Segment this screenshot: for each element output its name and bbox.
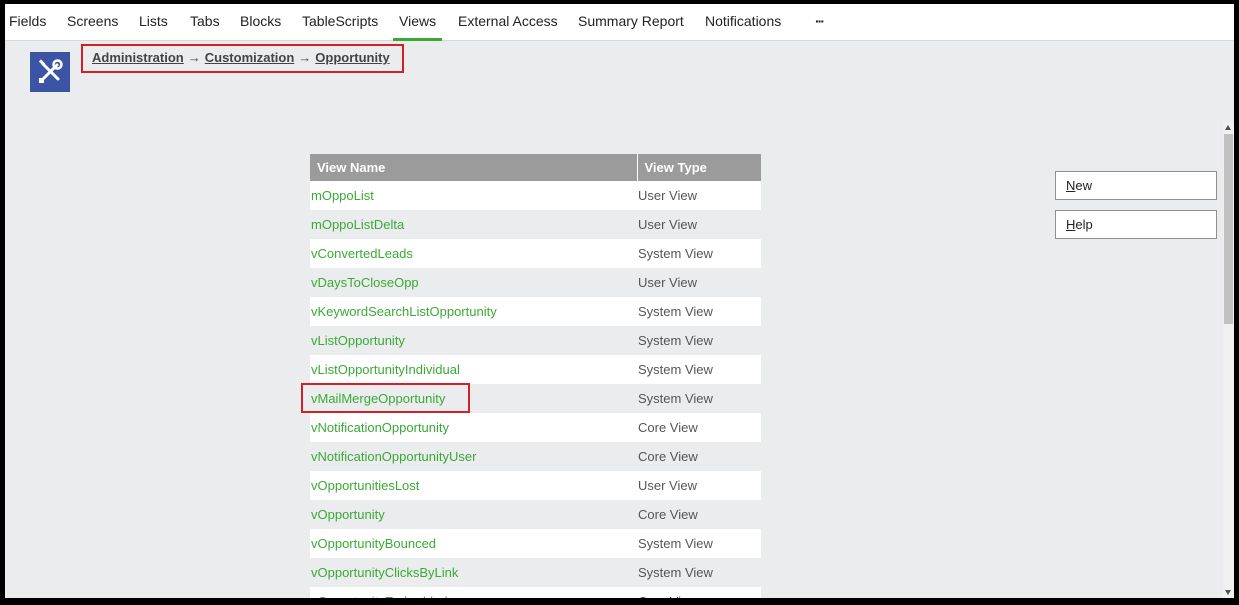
table-row: vOpportunitiesLost User View	[310, 471, 761, 500]
view-name-link[interactable]: vListOpportunityIndividual	[311, 362, 460, 377]
view-name-link[interactable]: vOpportunityBounced	[311, 536, 436, 551]
table-header-row: View Name View Type	[310, 154, 761, 181]
more-tabs-button[interactable]: ···	[815, 4, 825, 41]
tab-external-access[interactable]: External Access	[458, 4, 558, 41]
tab-screens[interactable]: Screens	[67, 4, 118, 41]
table-row: mOppoListDelta User View	[310, 210, 761, 239]
tab-blocks[interactable]: Blocks	[240, 4, 281, 41]
view-type-cell: System View	[637, 239, 761, 268]
view-name-link[interactable]: mOppoList	[311, 188, 374, 203]
scroll-down-arrow-icon[interactable]	[1225, 590, 1231, 595]
tab-views[interactable]: Views	[393, 4, 443, 41]
view-type-cell: Core View	[637, 442, 761, 471]
table-row: mOppoList User View	[310, 181, 761, 210]
view-type-cell: Core View	[637, 500, 761, 529]
table-row: vNotificationOpportunityUser Core View	[310, 442, 761, 471]
help-button-label: elp	[1075, 217, 1093, 232]
table-row: vMailMergeOpportunity System View	[310, 384, 761, 413]
table-row: vOpportunityBounced System View	[310, 529, 761, 558]
view-name-link[interactable]: vListOpportunity	[311, 333, 405, 348]
table-row: vConvertedLeads System View	[310, 239, 761, 268]
view-type-cell: User View	[637, 471, 761, 500]
vertical-scrollbar[interactable]	[1223, 122, 1234, 598]
tab-summary-report[interactable]: Summary Report	[578, 4, 684, 41]
views-table: View Name View Type mOppoList User View m…	[310, 154, 761, 598]
view-name-link[interactable]: vOpportunitiesLost	[311, 478, 419, 493]
view-name-link[interactable]: mOppoListDelta	[311, 217, 404, 232]
help-button-accesskey: H	[1066, 217, 1076, 232]
wrench-screwdriver-icon	[38, 59, 63, 83]
breadcrumb-separator: →	[298, 50, 312, 65]
tab-tablescripts[interactable]: TableScripts	[302, 4, 378, 41]
tab-lists[interactable]: Lists	[139, 4, 168, 41]
view-name-link[interactable]: vNotificationOpportunityUser	[311, 449, 476, 464]
tab-tabs[interactable]: Tabs	[190, 4, 220, 41]
view-type-cell: User View	[637, 268, 761, 297]
view-type-cell: Core View	[637, 413, 761, 442]
admin-tools-icon	[30, 52, 70, 92]
view-name-link[interactable]: vConvertedLeads	[311, 246, 413, 261]
breadcrumb: Administration → Customization → Opportunity	[92, 50, 390, 65]
new-button-label: ew	[1075, 178, 1093, 193]
view-name-link[interactable]: vOpportunityEmbedded	[311, 594, 448, 598]
view-type-cell: System View	[637, 529, 761, 558]
table-row: vOpportunityClicksByLink System View	[310, 558, 761, 587]
view-type-cell: System View	[637, 355, 761, 384]
tab-fields[interactable]: Fields	[9, 4, 46, 41]
view-name-link[interactable]: vNotificationOpportunity	[311, 420, 449, 435]
table-row: vOpportunity Core View	[310, 500, 761, 529]
table-row: vKeywordSearchListOpportunity System View	[310, 297, 761, 326]
view-name-link[interactable]: vMailMergeOpportunity	[311, 391, 445, 406]
tab-bar: Fields Screens Lists Tabs Blocks TableSc…	[5, 4, 1234, 41]
table-row: vListOpportunityIndividual System View	[310, 355, 761, 384]
view-type-cell: System View	[637, 297, 761, 326]
view-name-link[interactable]: vOpportunity	[311, 507, 385, 522]
app-frame: Fields Screens Lists Tabs Blocks TableSc…	[5, 4, 1234, 598]
tab-notifications[interactable]: Notifications	[705, 4, 781, 41]
view-type-cell: System View	[637, 558, 761, 587]
breadcrumb-administration[interactable]: Administration	[92, 50, 184, 65]
scrollbar-thumb[interactable]	[1224, 134, 1233, 324]
view-name-link[interactable]: vKeywordSearchListOpportunity	[311, 304, 497, 319]
help-button[interactable]: Help	[1055, 210, 1217, 239]
view-name-link[interactable]: vDaysToCloseOpp	[311, 275, 419, 290]
scroll-up-arrow-icon[interactable]	[1225, 125, 1231, 130]
breadcrumb-opportunity[interactable]: Opportunity	[315, 50, 389, 65]
view-type-cell: Core View	[637, 587, 761, 598]
active-tab-indicator	[393, 38, 443, 41]
column-header-view-type[interactable]: View Type	[637, 154, 761, 181]
view-type-cell: System View	[637, 326, 761, 355]
new-button[interactable]: New	[1055, 171, 1217, 200]
new-button-accesskey: N	[1066, 178, 1076, 193]
view-name-link[interactable]: vOpportunityClicksByLink	[311, 565, 458, 580]
breadcrumb-customization[interactable]: Customization	[205, 50, 295, 65]
table-row: vListOpportunity System View	[310, 326, 761, 355]
view-type-cell: User View	[637, 210, 761, 239]
view-type-cell: User View	[637, 181, 761, 210]
view-type-cell: System View	[637, 384, 761, 413]
column-header-view-name[interactable]: View Name	[310, 154, 638, 181]
tab-views-label: Views	[399, 13, 437, 29]
table-row: vNotificationOpportunity Core View	[310, 413, 761, 442]
table-row: vDaysToCloseOpp User View	[310, 268, 761, 297]
breadcrumb-separator: →	[187, 50, 201, 65]
table-row: vOpportunityEmbedded Core View	[310, 587, 761, 598]
